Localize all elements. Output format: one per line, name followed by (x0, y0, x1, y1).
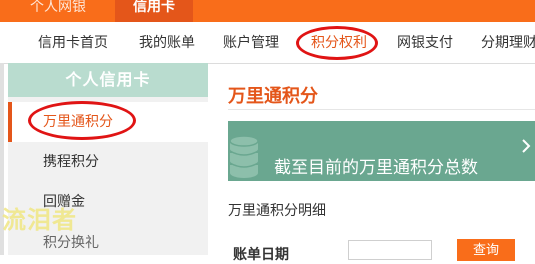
secondary-nav: 信用卡首页 我的账单 账户管理 积分权利 网银支付 分期理财 (0, 22, 535, 64)
bill-date-select[interactable] (348, 240, 432, 260)
points-details-label: 万里通积分明细 (228, 203, 326, 219)
points-total-banner: 截至目前的万里通积分总数 (228, 121, 535, 181)
nav-installment-finance[interactable]: 分期理财 (481, 34, 535, 52)
top-bar: 个人网银 信用卡 (0, 0, 535, 22)
tab-credit-card[interactable]: 信用卡 (115, 0, 193, 22)
sidebar: 个人信用卡 万里通积分 携程积分 回赠金 积分换礼 (8, 63, 208, 255)
banner-text: 截至目前的万里通积分总数 (274, 158, 478, 178)
sidebar-header: 个人信用卡 (8, 63, 208, 97)
nav-credit-card-home[interactable]: 信用卡首页 (38, 34, 108, 52)
nav-account-management[interactable]: 账户管理 (223, 34, 279, 52)
nav-my-bill[interactable]: 我的账单 (139, 34, 195, 52)
title-divider (228, 109, 535, 110)
chevron-right-icon (522, 139, 531, 153)
nav-online-payment[interactable]: 网银支付 (397, 34, 453, 52)
page-title: 万里通积分 (228, 86, 318, 107)
coins-icon (229, 135, 259, 178)
tab-personal-banking[interactable]: 个人网银 (30, 0, 86, 22)
sidebar-item-wanlitong-points[interactable]: 万里通积分 (8, 102, 208, 142)
sidebar-item-ctrip-points[interactable]: 携程积分 (8, 142, 208, 182)
sidebar-item-points-redeem[interactable]: 积分换礼 (8, 223, 208, 263)
search-button[interactable]: 查询 (457, 239, 515, 261)
sidebar-item-cashback[interactable]: 回赠金 (8, 182, 208, 222)
nav-points-rights[interactable]: 积分权利 (311, 34, 367, 52)
bill-date-label: 账单日期 (233, 247, 289, 263)
sidebar-divider (0, 63, 4, 255)
